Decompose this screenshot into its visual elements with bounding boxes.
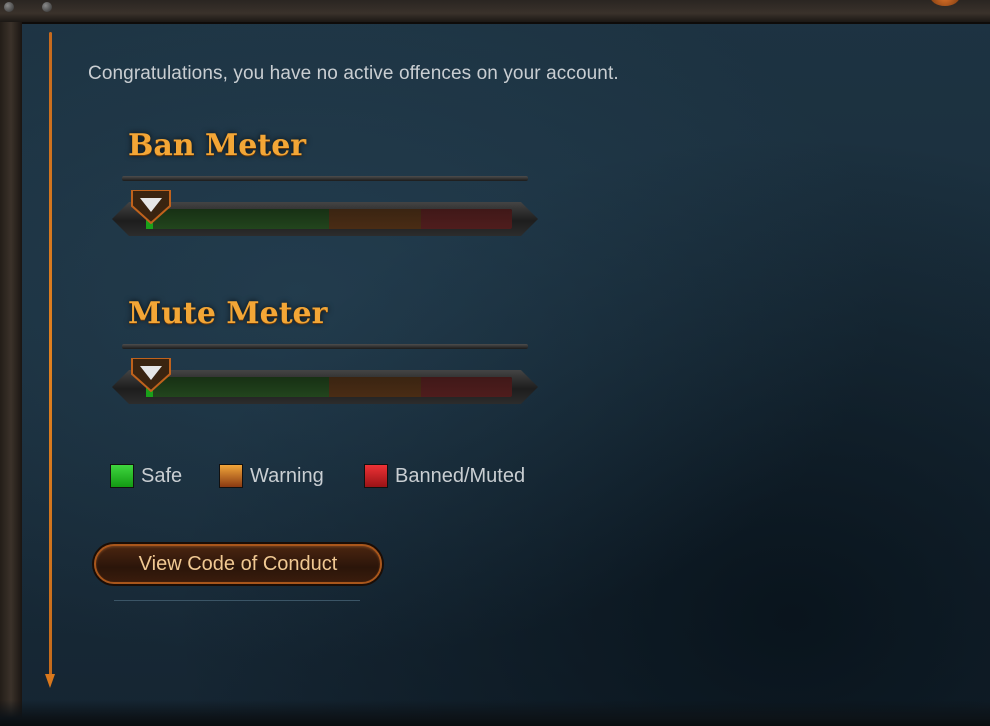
rivet-icon: [42, 2, 52, 12]
meter-warning-segment: [329, 377, 421, 397]
top-frame: [0, 0, 990, 24]
ban-meter: [112, 190, 538, 240]
ban-meter-rule: [122, 176, 528, 181]
legend-safe-swatch: [110, 464, 134, 488]
scroll-line-arrow-icon: [45, 674, 55, 688]
meter-banned-segment: [420, 377, 512, 397]
left-frame: [0, 22, 22, 726]
legend-banned-swatch: [364, 464, 388, 488]
legend-safe-label: Safe: [141, 464, 183, 487]
scroll-line: [49, 32, 52, 682]
meter-track: [146, 209, 512, 229]
legend-banned-label: Banned/Muted: [395, 464, 526, 487]
rivet-icon: [4, 2, 14, 12]
legend-warning-swatch: [219, 464, 243, 488]
mute-meter: [112, 358, 538, 408]
ban-meter-title: Ban Meter: [128, 128, 307, 163]
meter-safe-segment: [146, 377, 329, 397]
meter-track: [146, 377, 512, 397]
legend-safe: Safe: [110, 463, 182, 489]
mute-meter-title: Mute Meter: [128, 296, 328, 331]
meter-banned-segment: [420, 209, 512, 229]
ban-meter-pointer-icon: [131, 190, 171, 224]
bottom-frame: [0, 700, 990, 726]
status-message: Congratulations, you have no active offe…: [88, 63, 619, 84]
view-code-of-conduct-button[interactable]: View Code of Conduct: [94, 544, 382, 584]
meter-safe-segment: [146, 209, 329, 229]
mute-meter-pointer-icon: [131, 358, 171, 392]
legend-warning-label: Warning: [250, 464, 324, 487]
meter-warning-segment: [329, 209, 421, 229]
divider: [114, 600, 360, 601]
legend-warning: Warning: [219, 463, 324, 489]
legend-banned: Banned/Muted: [364, 463, 525, 489]
mute-meter-rule: [122, 344, 528, 349]
